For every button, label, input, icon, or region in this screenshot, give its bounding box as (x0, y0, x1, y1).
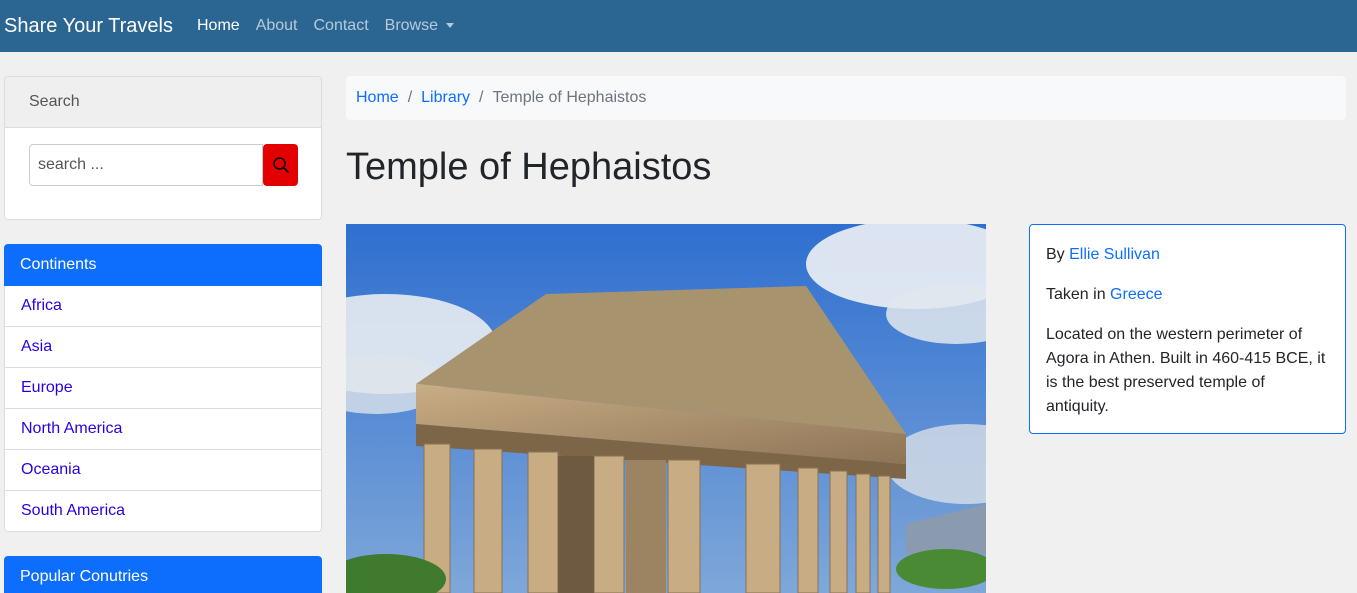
breadcrumb-separator: / (407, 89, 413, 106)
continent-item-europe[interactable]: Europe (4, 368, 322, 409)
search-button[interactable] (263, 144, 298, 186)
temple-photo (346, 224, 986, 593)
breadcrumb-library[interactable]: Library (421, 89, 470, 107)
taken-label: Taken in (1046, 286, 1106, 303)
photo-description: Located on the western perimeter of Agor… (1046, 326, 1326, 415)
nav-about[interactable]: About (256, 17, 298, 35)
search-icon (272, 157, 289, 173)
by-label: By (1046, 246, 1065, 263)
continent-item-north-america[interactable]: North America (4, 409, 322, 450)
author-link[interactable]: Ellie Sullivan (1069, 246, 1160, 263)
navbar: Share Your Travels Home About Contact Br… (0, 0, 1357, 52)
breadcrumb-separator: / (479, 89, 484, 106)
breadcrumb-current: Temple of Hephaistos (492, 89, 647, 106)
brand[interactable]: Share Your Travels (4, 15, 173, 38)
search-card-body (4, 128, 322, 220)
breadcrumb: Home / Library / Temple of Hephaistos (346, 76, 1346, 120)
continent-item-oceania[interactable]: Oceania (4, 450, 322, 491)
nav-home[interactable]: Home (197, 17, 240, 35)
continent-item-south-america[interactable]: South America (4, 491, 322, 532)
popular-countries-header: Popular Conutries (4, 556, 322, 593)
continent-item-asia[interactable]: Asia (4, 327, 322, 368)
page-title: Temple of Hephaistos (346, 146, 712, 188)
author-line: By Ellie Sullivan (1046, 243, 1329, 267)
caret-down-icon (446, 23, 454, 29)
continents-card: Continents Africa Asia Europe North Amer… (4, 244, 322, 532)
search-card-header: Search (4, 76, 322, 128)
sidebar: Search Continents Africa Asia Europe Nor… (4, 76, 322, 532)
location-line: Taken in Greece (1046, 283, 1329, 307)
nav-browse-label: Browse (384, 17, 438, 34)
photo-info-card: By Ellie Sullivan Taken in Greece Locate… (1029, 224, 1346, 434)
nav-contact[interactable]: Contact (314, 17, 369, 35)
continents-header: Continents (4, 244, 322, 286)
nav-browse-dropdown[interactable]: Browse (385, 17, 454, 35)
search-input[interactable] (29, 144, 263, 186)
country-link[interactable]: Greece (1110, 286, 1162, 303)
breadcrumb-home[interactable]: Home (356, 89, 399, 107)
continent-item-africa[interactable]: Africa (4, 286, 322, 327)
